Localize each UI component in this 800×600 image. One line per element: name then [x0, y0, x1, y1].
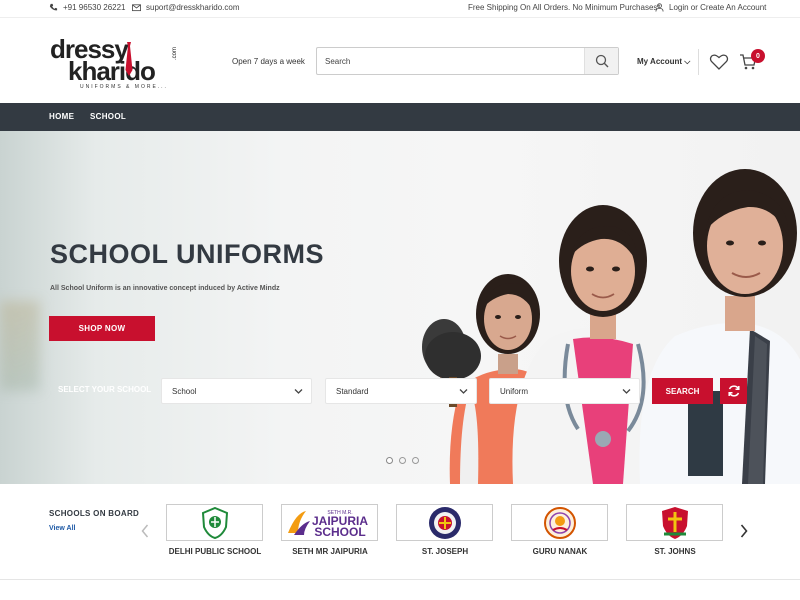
school-name: GURU NANAK [532, 547, 588, 556]
school-select-value: School [172, 387, 197, 396]
slider-dot-3[interactable] [412, 457, 419, 464]
header-divider [698, 49, 699, 75]
chevron-right-icon[interactable] [739, 524, 749, 538]
dps-logo-icon [201, 506, 228, 539]
search-bar [316, 47, 619, 75]
login-link[interactable]: Login or Create An Account [655, 3, 766, 12]
stjoseph-logo-icon [428, 506, 461, 539]
select-school-label: SELECT YOUR SCHOOL [58, 385, 152, 394]
section-divider [0, 579, 800, 580]
user-icon [655, 3, 664, 12]
mail-icon [132, 4, 141, 12]
search-button[interactable] [584, 48, 618, 74]
jaipuria-logo-line2: SCHOOL [314, 525, 365, 539]
search-icon [595, 54, 608, 68]
school-name: SETH MR JAIPURIA [292, 547, 368, 556]
chevron-down-icon [622, 389, 631, 394]
view-all-link[interactable]: View All [49, 525, 75, 532]
logo-tagline: UNIFORMS & MORE... [80, 84, 168, 90]
nav-item-home[interactable]: HOME [49, 112, 74, 121]
shipping-notice: Free Shipping On All Orders. No Minimum … [468, 3, 661, 12]
slider-dot-1[interactable] [386, 457, 393, 464]
hero-subtitle: All School Uniform is an innovative conc… [50, 285, 280, 292]
uniform-select-value: Uniform [500, 387, 529, 396]
my-account-menu[interactable]: My Account ⌵ [637, 57, 690, 67]
chevron-left-icon[interactable] [140, 524, 150, 538]
main-nav: HOME SCHOOL [0, 103, 800, 131]
nav-item-school[interactable]: SCHOOL [90, 112, 126, 121]
cart-count-badge: 0 [751, 49, 765, 63]
email-contact[interactable]: suport@dresskharido.com [132, 3, 240, 12]
top-bar: +91 96530 26221 suport@dresskharido.com … [0, 0, 800, 18]
phone-number: +91 96530 26221 [63, 3, 126, 12]
open-hours: Open 7 days a week [232, 57, 305, 66]
hero-search-button[interactable]: SEARCH [652, 378, 713, 404]
hero-title: SCHOOL UNIFORMS [50, 239, 325, 269]
schools-title: SCHOOLS ON BOARD [49, 509, 140, 518]
hero-banner: SCHOOL UNIFORMS All School Uniform is an… [0, 131, 800, 484]
school-card-gurunanak[interactable] [511, 504, 608, 541]
slider-dot-2[interactable] [399, 457, 406, 464]
phone-icon [49, 3, 58, 11]
reset-button[interactable] [720, 378, 747, 404]
background-blur [0, 301, 40, 391]
school-card-stjoseph[interactable] [396, 504, 493, 541]
chevron-down-icon [294, 389, 303, 394]
wishlist-heart-icon[interactable] [709, 53, 729, 71]
school-card-dps[interactable] [166, 504, 263, 541]
tie-logo-icon [125, 42, 133, 76]
phone-contact[interactable]: +91 96530 26221 [49, 3, 126, 12]
school-select[interactable]: School [161, 378, 312, 404]
gurunanak-logo-icon [543, 506, 576, 539]
school-name: ST. JOHNS [654, 547, 696, 556]
site-logo[interactable]: dressy kharido .com UNIFORMS & MORE... [50, 36, 180, 94]
student-schoolgirl-image [639, 169, 800, 484]
logo-domain: .com [172, 46, 178, 60]
school-card-jaipuria[interactable]: SETH M.R. JAIPURIA SCHOOL [281, 504, 378, 541]
school-name: ST. JOSEPH [421, 547, 469, 556]
refresh-icon [727, 385, 740, 397]
standard-select-value: Standard [336, 387, 369, 396]
site-header: dressy kharido .com UNIFORMS & MORE... O… [0, 19, 800, 103]
school-name: DELHI PUBLIC SCHOOL [168, 547, 262, 556]
logo-word-2: kharido [68, 56, 156, 86]
shipping-text: Free Shipping On All Orders. No Minimum … [468, 3, 661, 12]
login-text: Login or Create An Account [669, 3, 767, 12]
schools-section: SCHOOLS ON BOARD View All DELHI PUBLIC S… [0, 484, 800, 600]
shop-now-button[interactable]: SHOP NOW [49, 316, 155, 341]
search-input[interactable] [325, 53, 580, 69]
standard-select[interactable]: Standard [325, 378, 477, 404]
chevron-down-icon [459, 389, 468, 394]
email-address: suport@dresskharido.com [146, 3, 240, 12]
jaipuria-logo-icon: SETH M.R. JAIPURIA SCHOOL [287, 510, 368, 539]
uniform-select[interactable]: Uniform [489, 378, 640, 404]
school-card-stjohns[interactable] [626, 504, 723, 541]
stjohns-logo-icon [661, 506, 688, 539]
slider-dots [386, 457, 419, 464]
